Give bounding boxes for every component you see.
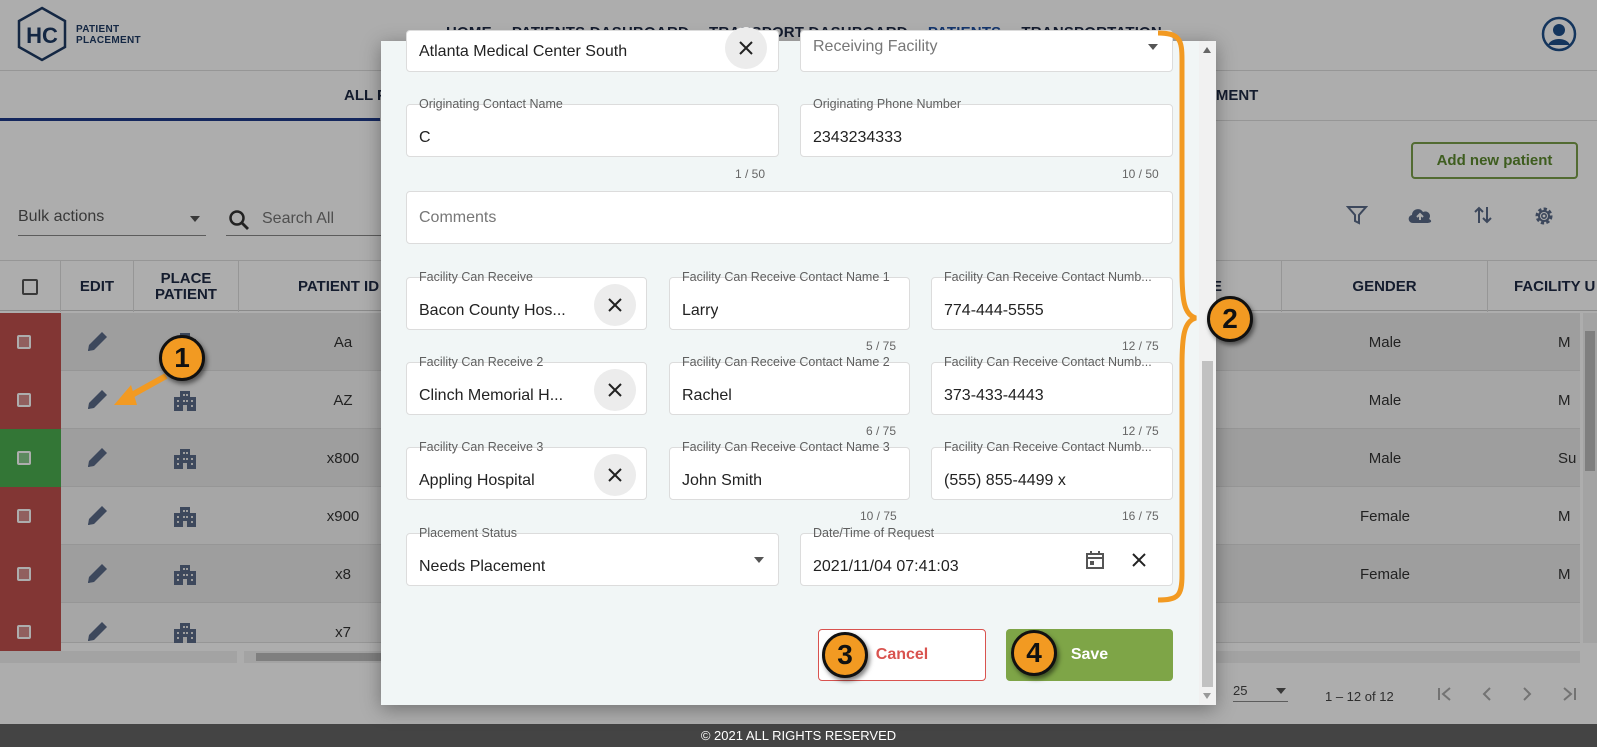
contact-number-counter: 12 / 75: [1122, 339, 1159, 353]
step-badge-2: 2: [1207, 296, 1253, 342]
facility-contact-name-3-field[interactable]: Facility Can Receive Contact Name 3 John …: [669, 440, 910, 500]
close-icon: [608, 298, 622, 312]
clear-date-icon[interactable]: [1132, 553, 1146, 567]
facility-contact-name-label: Facility Can Receive Contact Name 2: [682, 355, 890, 369]
facility-contact-number-label: Facility Can Receive Contact Numb...: [944, 355, 1152, 369]
comments-field[interactable]: Comments: [406, 191, 1173, 244]
originating-phone-field[interactable]: Originating Phone Number 2343234333: [800, 97, 1173, 157]
facility-contact-number-value: 373-433-4443: [944, 387, 1044, 404]
contact-name-counter: 10 / 75: [860, 509, 897, 523]
facility-contact-number-label: Facility Can Receive Contact Numb...: [944, 270, 1152, 284]
originating-contact-name-field[interactable]: Originating Contact Name C: [406, 97, 779, 157]
facility-contact-name-1-field[interactable]: Facility Can Receive Contact Name 1 Larry: [669, 270, 910, 330]
placement-status-label: Placement Status: [419, 526, 517, 540]
facility-can-receive-1-field[interactable]: Facility Can Receive Bacon County Hos...: [406, 270, 647, 330]
originating-phone-counter: 10 / 50: [1122, 167, 1159, 181]
facility-contact-number-value: (555) 855-4499 x: [944, 472, 1066, 489]
request-datetime-value: 2021/11/04 07:41:03: [813, 558, 959, 575]
facility-contact-number-3-field[interactable]: Facility Can Receive Contact Numb... (555…: [931, 440, 1173, 500]
chevron-down-icon: [754, 557, 764, 563]
originating-contact-name-label: Originating Contact Name: [419, 97, 563, 111]
receiving-facility-select[interactable]: Receiving Facility: [800, 30, 1173, 72]
close-icon: [608, 468, 622, 482]
receiving-facility-placeholder: Receiving Facility: [813, 38, 938, 55]
step-badge-4: 4: [1011, 630, 1057, 676]
facility-contact-number-1-field[interactable]: Facility Can Receive Contact Numb... 774-…: [931, 270, 1173, 330]
facility-contact-name-label: Facility Can Receive Contact Name 3: [682, 440, 890, 454]
facility-contact-name-2-field[interactable]: Facility Can Receive Contact Name 2 Rache…: [669, 355, 910, 415]
facility-can-receive-value: Bacon County Hos...: [419, 302, 566, 319]
facility-can-receive-2-field[interactable]: Facility Can Receive 2 Clinch Memorial H.…: [406, 355, 647, 415]
contact-number-counter: 16 / 75: [1122, 509, 1159, 523]
scroll-up-icon[interactable]: [1203, 47, 1211, 53]
facility-can-receive-label: Facility Can Receive: [419, 270, 533, 284]
comments-placeholder: Comments: [419, 209, 497, 226]
originating-contact-name-value: C: [419, 129, 431, 146]
request-datetime-field[interactable]: Date/Time of Request 2021/11/04 07:41:03: [800, 526, 1173, 586]
facility-can-receive-value: Clinch Memorial H...: [419, 387, 564, 404]
request-datetime-label: Date/Time of Request: [813, 526, 935, 540]
contact-name-counter: 6 / 75: [866, 424, 897, 438]
scroll-down-icon[interactable]: [1203, 693, 1211, 699]
originating-facility-field[interactable]: Atlanta Medical Center South: [406, 27, 779, 72]
facility-contact-number-value: 774-444-5555: [944, 302, 1044, 319]
footer: © 2021 ALL RIGHTS RESERVED: [0, 724, 1597, 747]
placement-status-select[interactable]: Placement Status Needs Placement: [406, 526, 779, 586]
contact-number-counter: 12 / 75: [1122, 424, 1159, 438]
originating-contact-counter: 1 / 50: [735, 167, 766, 181]
close-icon: [739, 41, 753, 55]
calendar-icon[interactable]: [1085, 550, 1105, 570]
placement-status-value: Needs Placement: [419, 558, 546, 575]
facility-can-receive-label: Facility Can Receive 3: [419, 440, 544, 454]
facility-contact-name-value: John Smith: [682, 472, 763, 489]
clear-facility-button[interactable]: [594, 454, 636, 496]
facility-contact-number-2-field[interactable]: Facility Can Receive Contact Numb... 373-…: [931, 355, 1173, 415]
facility-can-receive-label: Facility Can Receive 2: [419, 355, 544, 369]
facility-contact-number-label: Facility Can Receive Contact Numb...: [944, 440, 1152, 454]
clear-originating-facility-button[interactable]: [725, 27, 767, 69]
originating-facility-value: Atlanta Medical Center South: [419, 43, 628, 60]
close-icon: [608, 383, 622, 397]
contact-name-counter: 5 / 75: [866, 339, 897, 353]
originating-phone-label: Originating Phone Number: [813, 97, 961, 111]
facility-can-receive-value: Appling Hospital: [419, 472, 535, 489]
step-badge-1: 1: [159, 335, 205, 381]
dialog-scrollbar-thumb[interactable]: [1202, 361, 1213, 687]
originating-phone-value: 2343234333: [813, 129, 902, 146]
facility-contact-name-label: Facility Can Receive Contact Name 1: [682, 270, 890, 284]
facility-contact-name-value: Larry: [682, 302, 719, 319]
facility-can-receive-3-field[interactable]: Facility Can Receive 3 Appling Hospital: [406, 440, 647, 500]
clear-facility-button[interactable]: [594, 369, 636, 411]
facility-contact-name-value: Rachel: [682, 387, 732, 404]
chevron-down-icon: [1148, 44, 1158, 50]
dialog-scrollbar[interactable]: [1199, 41, 1216, 705]
step-badge-3: 3: [822, 632, 868, 678]
clear-facility-button[interactable]: [594, 284, 636, 326]
